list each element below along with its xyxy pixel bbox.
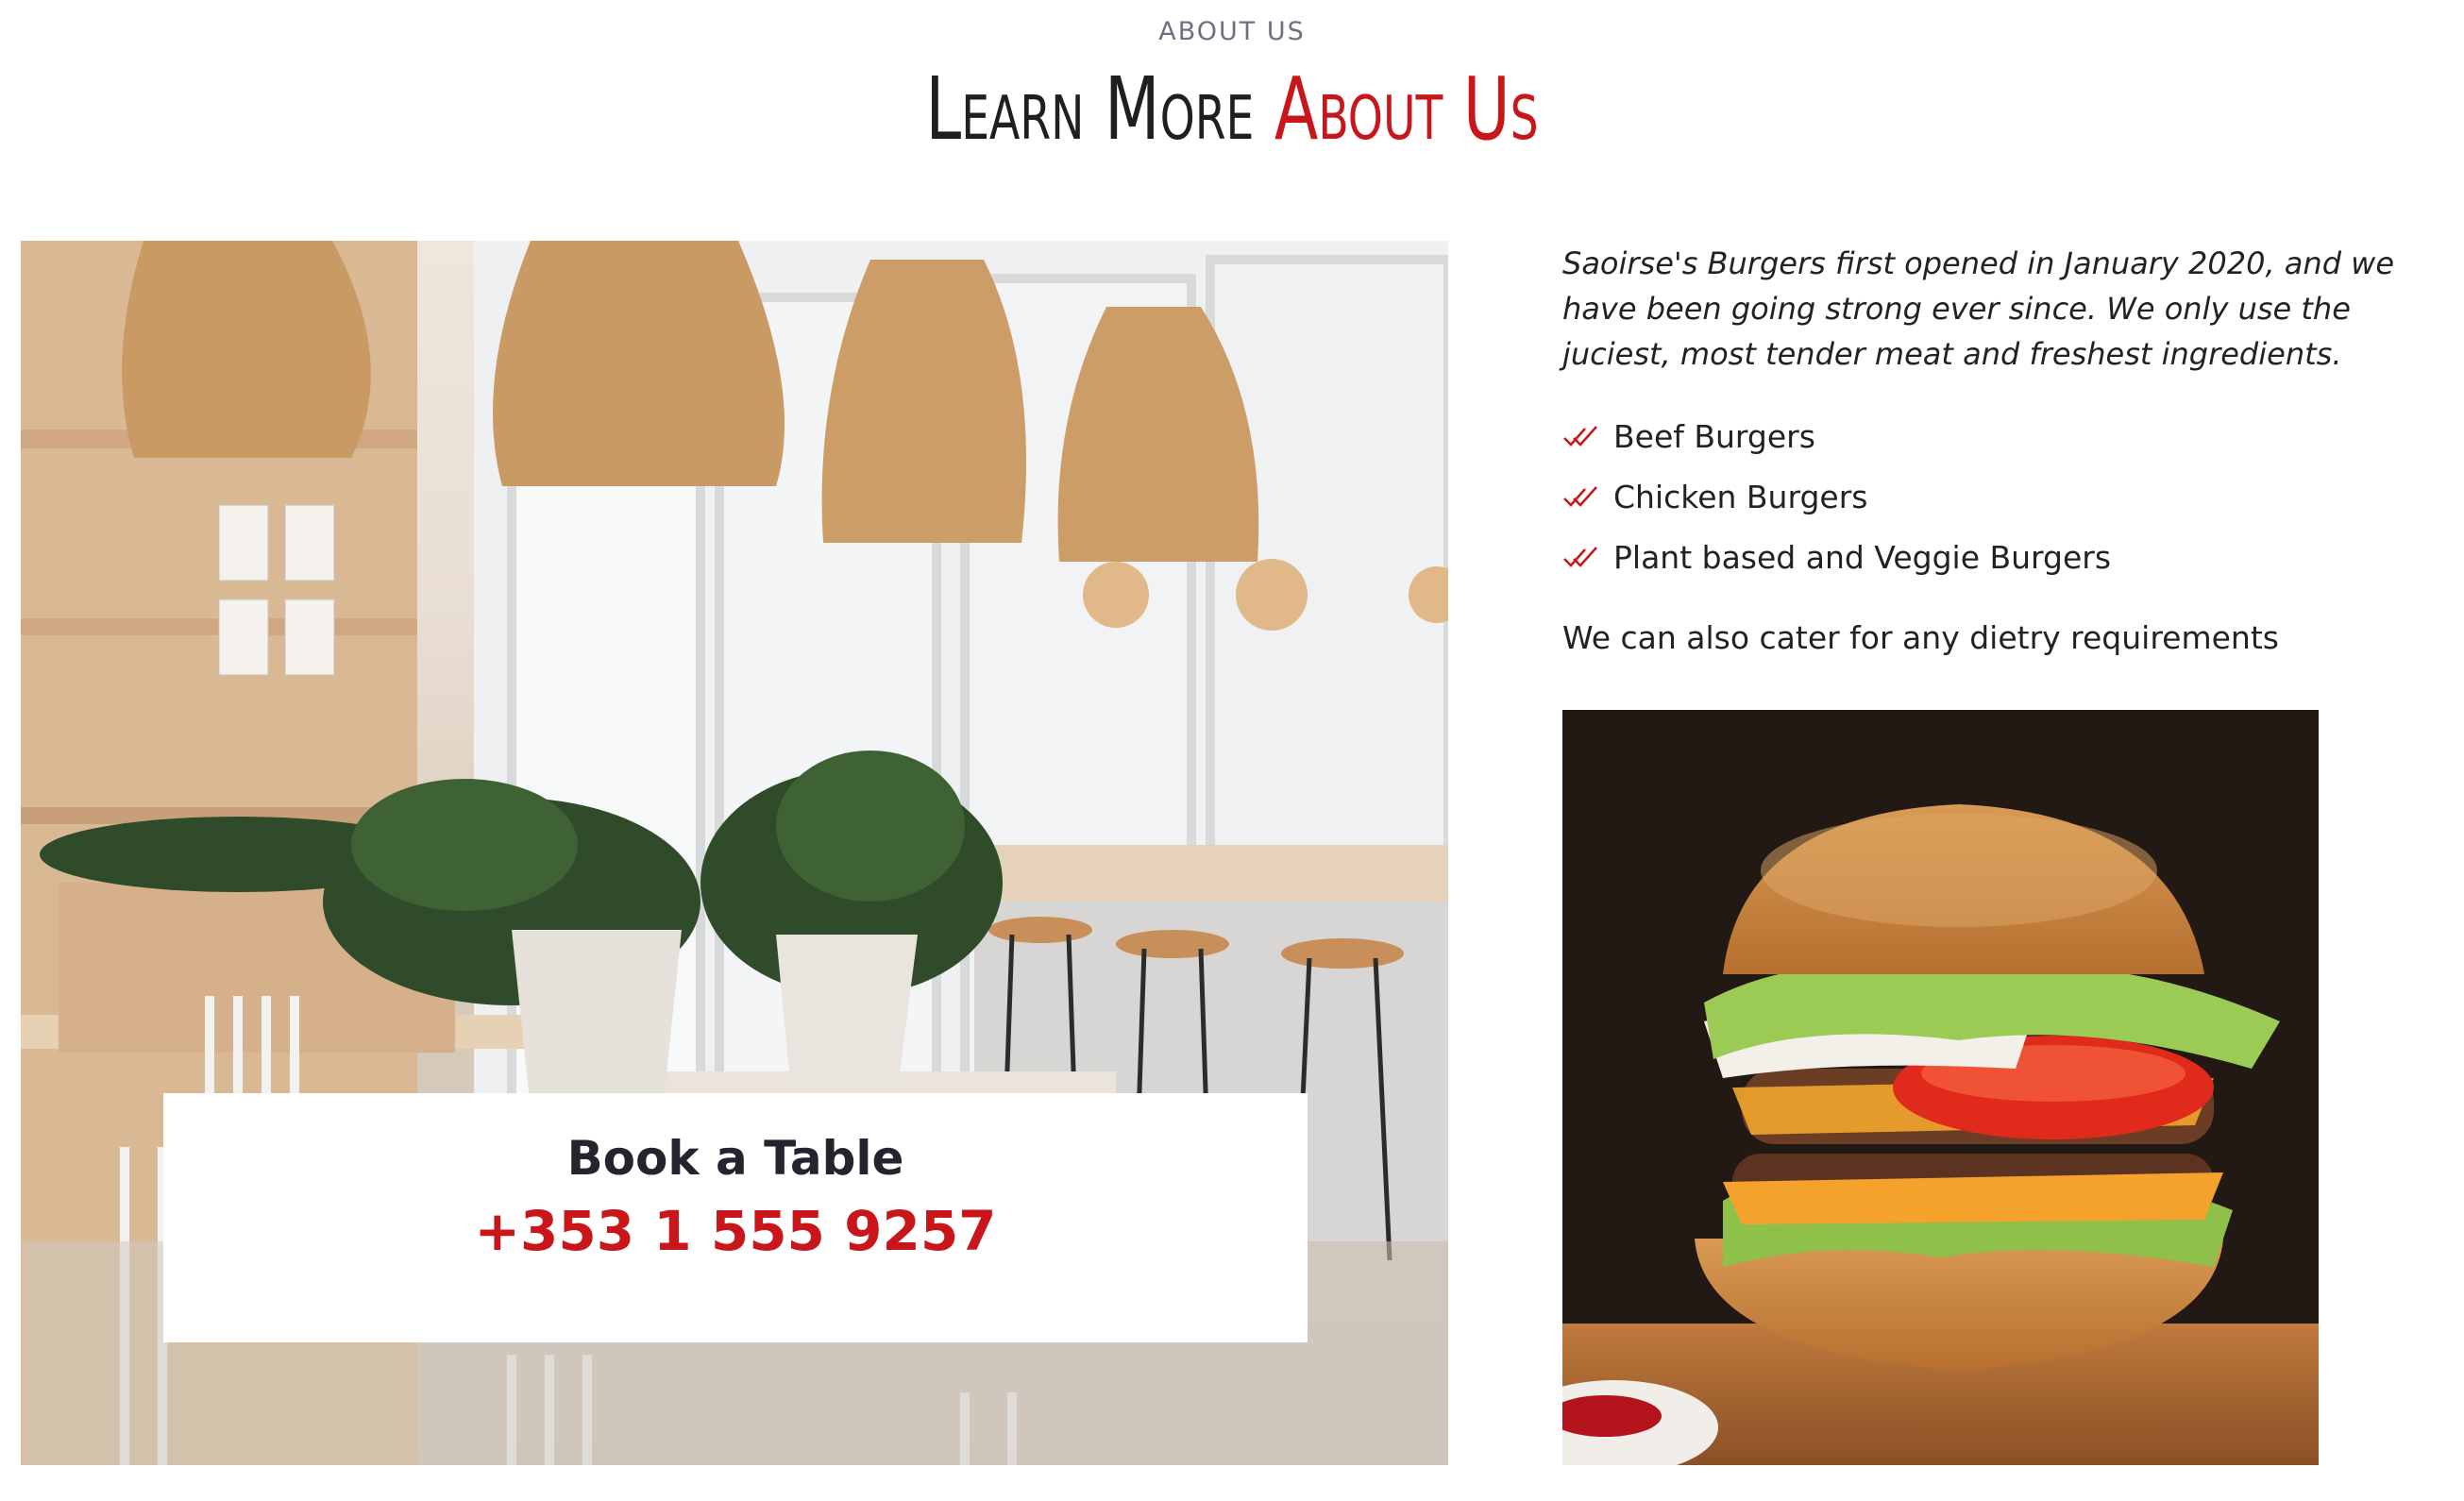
- booking-phone-number[interactable]: +353 1 555 9257: [163, 1199, 1308, 1263]
- double-check-icon: [1563, 426, 1597, 447]
- list-item: Plant based and Veggie Burgers: [1562, 527, 2111, 587]
- feature-label: Beef Burgers: [1613, 417, 1815, 455]
- double-check-icon: [1563, 486, 1597, 507]
- feature-label: Plant based and Veggie Burgers: [1613, 538, 2112, 576]
- feature-label: Chicken Burgers: [1613, 478, 1868, 515]
- about-intro-text: Saoirse's Burgers first opened in Januar…: [1562, 245, 2395, 372]
- list-item: Chicken Burgers: [1562, 466, 2111, 527]
- burger-photo: [1562, 710, 2319, 1465]
- list-item: Beef Burgers: [1562, 406, 2111, 466]
- section-title: Learn More About Us: [222, 59, 2242, 160]
- dietary-note: We can also cater for any dietry require…: [1562, 619, 2279, 656]
- section-title-accent: About Us: [1274, 59, 1539, 160]
- section-title-main: Learn More: [925, 59, 1274, 160]
- book-a-table-card[interactable]: Book a Table +353 1 555 9257: [163, 1093, 1308, 1342]
- double-check-icon: [1563, 547, 1597, 567]
- feature-list: Beef Burgers Chicken Burgers Plant based…: [1562, 406, 2111, 587]
- book-a-table-title: Book a Table: [566, 1131, 904, 1186]
- section-eyebrow: ABOUT US: [1158, 17, 1306, 46]
